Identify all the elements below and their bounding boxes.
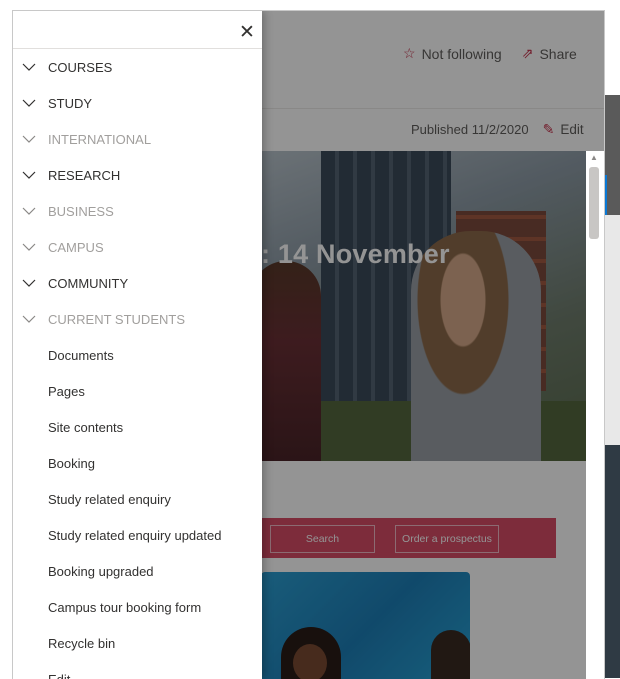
edge-dark-strip <box>603 445 620 678</box>
nav-section-label: CURRENT STUDENTS <box>48 312 185 327</box>
chevron-down-icon[interactable] <box>13 207 48 216</box>
nav-link-label: Campus tour booking form <box>48 600 201 615</box>
nav-section-label: COURSES <box>48 60 112 75</box>
nav-list: COURSES STUDY INTERNATIONAL RESEARCH BUSINES… <box>13 49 262 679</box>
nav-section-label: RESEARCH <box>48 168 120 183</box>
nav-link-booking[interactable]: Booking <box>13 445 262 481</box>
nav-section-campus[interactable]: CAMPUS <box>13 229 262 265</box>
nav-section-courses[interactable]: COURSES <box>13 49 262 85</box>
chevron-down-icon[interactable] <box>13 243 48 252</box>
nav-link-site-contents[interactable]: Site contents <box>13 409 262 445</box>
navigation-panel: ✕ COURSES STUDY INTERNATIONAL RESEARCH BUSIN… <box>13 11 262 679</box>
nav-section-label: STUDY <box>48 96 92 111</box>
chevron-down-icon[interactable] <box>13 279 48 288</box>
nav-link-pages[interactable]: Pages <box>13 373 262 409</box>
chevron-down-icon[interactable] <box>13 171 48 180</box>
nav-section-community[interactable]: COMMUNITY <box>13 265 262 301</box>
nav-section-label: COMMUNITY <box>48 276 128 291</box>
nav-section-international[interactable]: INTERNATIONAL <box>13 121 262 157</box>
nav-link-label: Study related enquiry updated <box>48 528 221 543</box>
sharepoint-window: ☆ Not following ⇗ Share Published 11/2/2… <box>12 10 605 679</box>
edge-light-strip <box>603 215 620 445</box>
nav-section-research[interactable]: RESEARCH <box>13 157 262 193</box>
nav-link-label: Recycle bin <box>48 636 115 651</box>
nav-link-label: Site contents <box>48 420 123 435</box>
chevron-down-icon[interactable] <box>13 315 48 324</box>
chevron-down-icon[interactable] <box>13 63 48 72</box>
nav-link-booking-upgraded[interactable]: Booking upgraded <box>13 553 262 589</box>
background-window-edge <box>603 95 620 678</box>
scrollbar-thumb[interactable] <box>589 167 599 239</box>
nav-link-label: Booking <box>48 456 95 471</box>
nav-section-label: BUSINESS <box>48 204 114 219</box>
nav-link-label: Study related enquiry <box>48 492 171 507</box>
nav-link-documents[interactable]: Documents <box>13 337 262 373</box>
nav-link-edit[interactable]: Edit <box>13 661 262 679</box>
nav-link-recycle-bin[interactable]: Recycle bin <box>13 625 262 661</box>
chevron-down-icon[interactable] <box>13 99 48 108</box>
nav-link-study-related-enquiry[interactable]: Study related enquiry <box>13 481 262 517</box>
chevron-down-icon[interactable] <box>13 135 48 144</box>
nav-link-label: Booking upgraded <box>48 564 154 579</box>
nav-link-label: Pages <box>48 384 85 399</box>
close-icon[interactable]: ✕ <box>237 23 257 43</box>
nav-section-business[interactable]: BUSINESS <box>13 193 262 229</box>
scroll-up-arrow-icon[interactable]: ▲ <box>590 153 598 162</box>
nav-link-label: Documents <box>48 348 114 363</box>
nav-section-label: CAMPUS <box>48 240 104 255</box>
nav-link-study-related-enquiry-updated[interactable]: Study related enquiry updated <box>13 517 262 553</box>
page-scrollbar[interactable]: ▲ <box>586 151 604 679</box>
nav-section-label: INTERNATIONAL <box>48 132 151 147</box>
nav-section-current-students[interactable]: CURRENT STUDENTS <box>13 301 262 337</box>
nav-link-campus-tour-booking-form[interactable]: Campus tour booking form <box>13 589 262 625</box>
nav-section-study[interactable]: STUDY <box>13 85 262 121</box>
